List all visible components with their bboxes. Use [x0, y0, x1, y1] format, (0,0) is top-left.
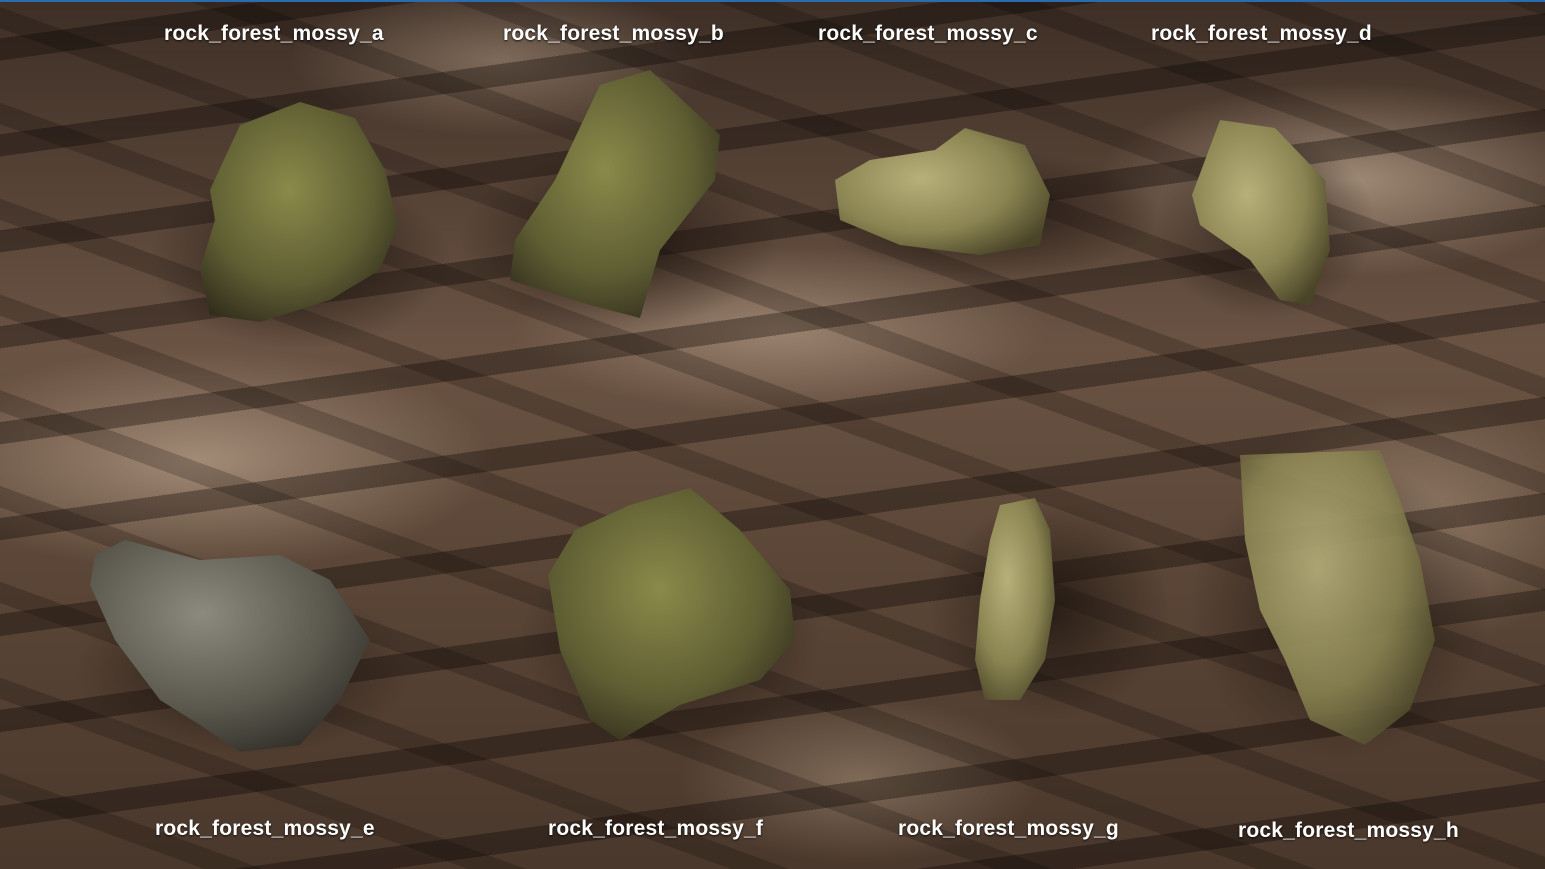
rock-label-d: rock_forest_mossy_d	[1151, 22, 1372, 45]
rock-e	[75, 540, 415, 755]
rock-a	[150, 102, 450, 350]
rock-c	[820, 128, 1160, 280]
rock-f	[520, 488, 820, 750]
rock-b	[460, 70, 780, 330]
rock-label-c: rock_forest_mossy_c	[818, 22, 1038, 45]
rock-label-a: rock_forest_mossy_a	[164, 22, 384, 45]
forest-ground-scene: rock_forest_mossy_a rock_forest_mossy_b …	[0, 0, 1545, 869]
rock-g	[930, 498, 1170, 720]
rock-label-f: rock_forest_mossy_f	[548, 817, 764, 840]
rock-renders	[75, 70, 1490, 760]
rock-label-h: rock_forest_mossy_h	[1238, 819, 1459, 842]
rock-d	[1155, 120, 1375, 320]
rock-label-g: rock_forest_mossy_g	[898, 817, 1119, 840]
rock-h	[1190, 450, 1490, 760]
rock-label-b: rock_forest_mossy_b	[503, 22, 724, 45]
rock-label-e: rock_forest_mossy_e	[155, 817, 375, 840]
